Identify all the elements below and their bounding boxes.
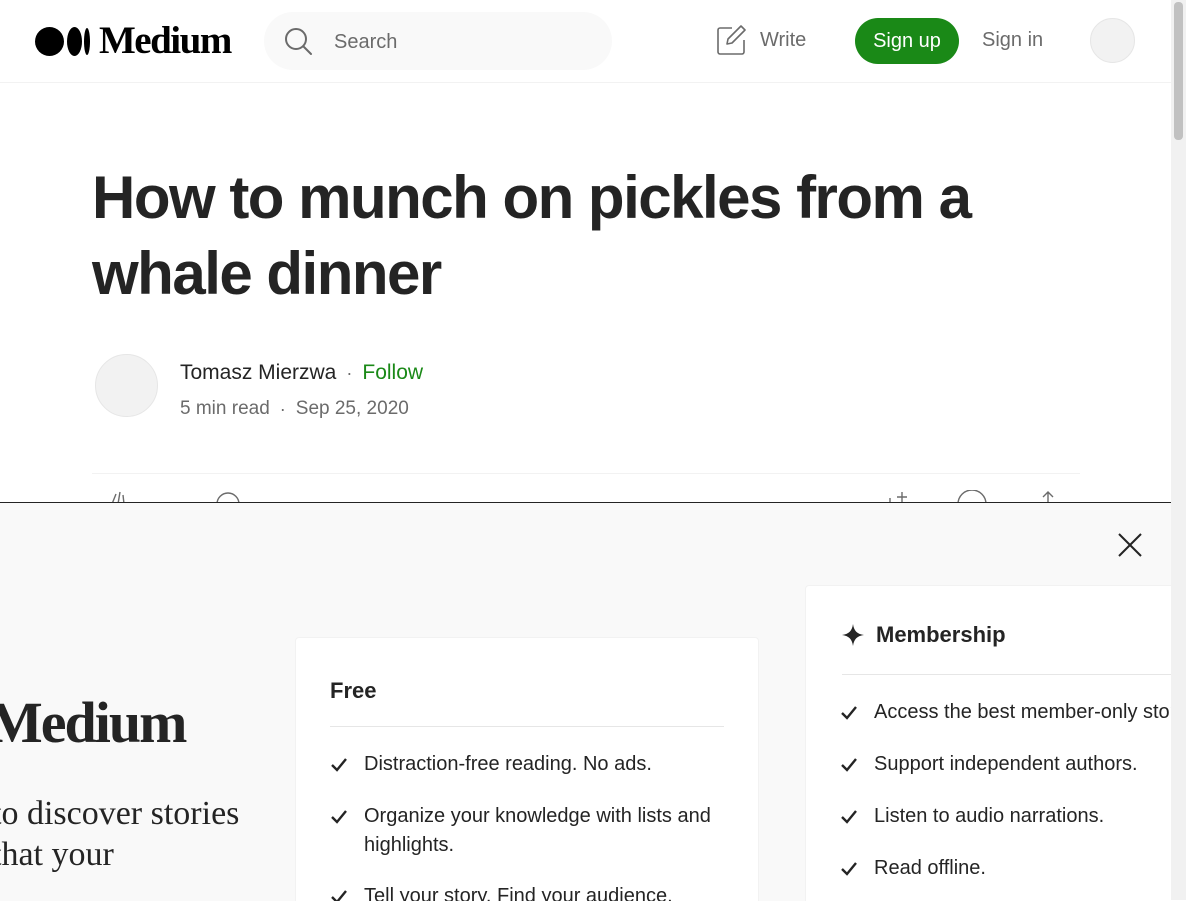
write-button[interactable]: Write <box>716 24 806 56</box>
membership-modal: Medium to discover stories that your Fre… <box>0 502 1171 901</box>
top-navigation: Medium Write Sign up Sign in <box>0 0 1171 83</box>
modal-tagline: to discover stories that your <box>0 795 240 873</box>
membership-feature: Read offline. <box>840 854 986 883</box>
medium-logo[interactable]: Medium <box>35 19 232 62</box>
membership-feature: Listen to audio narrations. <box>840 802 1104 831</box>
follow-link[interactable]: Follow <box>362 361 423 385</box>
author-avatar[interactable] <box>95 354 158 417</box>
check-icon <box>331 758 347 772</box>
separator-dot: · <box>279 398 286 419</box>
read-time: 5 min read <box>180 398 270 419</box>
check-icon <box>331 890 347 901</box>
scrollbar-thumb[interactable] <box>1174 2 1183 140</box>
sparkle-icon <box>842 624 864 646</box>
page-scrollbar[interactable] <box>1171 0 1186 900</box>
check-icon <box>841 706 857 720</box>
free-feature: Tell your story. Find your audience. <box>330 882 673 901</box>
write-icon <box>717 25 746 55</box>
free-plan-card: Free Distraction-free reading. No ads. O… <box>295 637 759 901</box>
write-label: Write <box>760 28 807 51</box>
membership-feature: Access the best member-only stories. <box>840 698 1171 727</box>
check-icon <box>331 810 347 824</box>
separator-dot: · <box>346 362 353 383</box>
article-meta: 5 min read · Sep 25, 2020 <box>180 398 409 420</box>
membership-plan-header: Membership <box>842 622 1006 648</box>
medium-logo-mark <box>35 26 90 56</box>
action-bar-divider <box>92 473 1080 474</box>
membership-feature: Support independent authors. <box>840 750 1138 779</box>
free-feature: Distraction-free reading. No ads. <box>330 750 652 779</box>
modal-medium-logo: Medium <box>0 690 187 755</box>
divider <box>842 674 1171 675</box>
search-icon <box>285 28 312 55</box>
check-icon <box>841 810 857 824</box>
check-icon <box>841 758 857 772</box>
sign-in-link[interactable]: Sign in <box>982 29 1043 52</box>
author-line: Tomasz Mierzwa · Follow <box>180 361 423 385</box>
membership-plan-title: Membership <box>876 622 1006 647</box>
check-icon <box>841 862 857 876</box>
free-feature: Organize your knowledge with lists and h… <box>330 802 730 860</box>
search-input[interactable] <box>332 26 596 58</box>
medium-logo-text: Medium <box>99 19 232 62</box>
author-name[interactable]: Tomasz Mierzwa <box>180 361 336 385</box>
free-plan-title: Free <box>330 678 377 703</box>
close-icon[interactable] <box>1116 531 1144 559</box>
search-bar[interactable] <box>264 12 612 70</box>
publish-date: Sep 25, 2020 <box>295 398 409 419</box>
sign-up-button[interactable]: Sign up <box>855 18 959 64</box>
divider <box>330 726 724 727</box>
user-avatar[interactable] <box>1090 18 1135 63</box>
membership-plan-card: Membership Access the best member-only s… <box>805 585 1171 901</box>
article-title: How to munch on pickles from a whale din… <box>92 164 972 307</box>
